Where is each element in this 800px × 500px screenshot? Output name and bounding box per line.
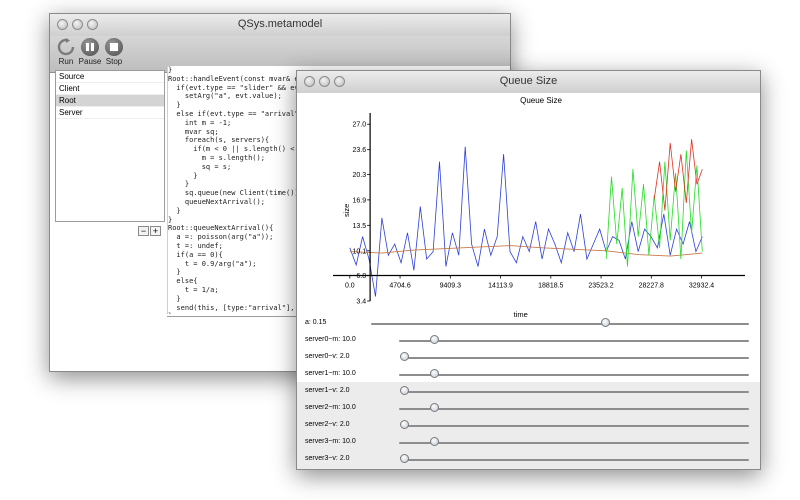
- y-tick-label: 27.0: [352, 122, 366, 129]
- stop-label: Stop: [105, 57, 123, 66]
- slider-label: server0~v: 2.0: [305, 353, 350, 360]
- slider-label: server0~m: 10.0: [305, 336, 356, 343]
- slider-label: a: 0.15: [305, 319, 327, 326]
- queue-size-window: Queue Size Queue Size 0.0 4704.6 9409.3 1411…: [296, 70, 761, 470]
- pause-label: Pause: [78, 57, 102, 66]
- queue-size-chart: Queue Size 0.0 4704.6 9409.3 14113.9 18818.5 2…: [333, 96, 745, 319]
- slider-row: server1~v: 2.0: [297, 384, 760, 400]
- chart-title: Queue Size: [520, 96, 562, 105]
- slider-knob[interactable]: [601, 318, 611, 327]
- component-list: Source Client Root Server: [55, 70, 165, 222]
- list-item-source[interactable]: Source: [56, 71, 164, 83]
- pause-icon: [81, 38, 99, 56]
- y-tick-label: 23.6: [352, 147, 366, 154]
- slider-knob[interactable]: [430, 369, 439, 378]
- stop-button[interactable]: Stop: [102, 38, 126, 66]
- x-tick-label: 0.0: [345, 283, 355, 290]
- slider-row: server0~v: 2.0: [297, 350, 760, 366]
- series-line: [653, 139, 703, 211]
- slider-row: server3~v: 2.0: [297, 452, 760, 468]
- x-tick-label: 28227.8: [639, 283, 664, 290]
- x-tick-label: 32932.4: [689, 283, 714, 290]
- slider-label: server1~v: 2.0: [305, 387, 350, 394]
- slider-label: server3~v: 2.0: [305, 455, 350, 462]
- run-icon: [57, 38, 75, 56]
- slider-knob[interactable]: [430, 335, 439, 344]
- remove-item-button[interactable]: −: [138, 226, 149, 236]
- pause-button[interactable]: Pause: [78, 38, 102, 66]
- slider-row: server0~m: 10.0: [297, 333, 760, 349]
- y-tick-label: 3.4: [356, 299, 366, 306]
- list-item-client[interactable]: Client: [56, 83, 164, 95]
- slider-row: a: 0.15: [297, 316, 760, 332]
- list-item-root[interactable]: Root: [56, 95, 164, 107]
- slider-label: server2~v: 2.0: [305, 421, 350, 428]
- y-tick-label: 20.3: [352, 172, 366, 179]
- slider-track[interactable]: [399, 374, 749, 376]
- series-line: [349, 146, 703, 297]
- x-tick-label: 9409.3: [440, 283, 462, 290]
- slider-track[interactable]: [399, 408, 749, 410]
- stop-icon: [105, 38, 123, 56]
- slider-knob[interactable]: [400, 420, 410, 429]
- list-item-server[interactable]: Server: [56, 107, 164, 119]
- slider-knob[interactable]: [400, 352, 410, 361]
- slider-row: server1~m: 10.0: [297, 367, 760, 383]
- y-tick-label: 6.8: [356, 273, 366, 280]
- slider-row: server3~m: 10.0: [297, 435, 760, 451]
- run-button[interactable]: Run: [54, 38, 78, 66]
- slider-label: server3~m: 10.0: [305, 438, 356, 445]
- slider-knob[interactable]: [400, 454, 410, 463]
- y-tick-label: 13.5: [352, 223, 366, 230]
- slider-track[interactable]: [371, 323, 749, 325]
- slider-track[interactable]: [401, 459, 749, 461]
- slider-knob[interactable]: [430, 437, 439, 446]
- run-label: Run: [58, 57, 74, 66]
- slider-knob[interactable]: [400, 386, 410, 395]
- slider-track[interactable]: [401, 357, 749, 359]
- y-tick-label: 16.9: [352, 197, 366, 204]
- main-title-bar[interactable]: QSys.metamodel: [50, 14, 510, 37]
- queue-window-title: Queue Size: [499, 75, 558, 87]
- slider-row: server2~v: 2.0: [297, 418, 760, 434]
- x-tick-label: 14113.9: [488, 283, 513, 290]
- x-tick-label: 23523.2: [588, 283, 613, 290]
- slider-track[interactable]: [399, 340, 749, 342]
- y-axis-label: size: [342, 204, 351, 217]
- slider-row: server2~m: 10.0: [297, 401, 760, 417]
- slider-track[interactable]: [401, 425, 749, 427]
- x-tick-label: 18818.5: [538, 283, 563, 290]
- slider-track[interactable]: [401, 391, 749, 393]
- add-item-button[interactable]: +: [150, 226, 161, 236]
- y-tick-label: 10.1: [352, 248, 366, 255]
- series-line: [605, 150, 703, 267]
- slider-knob[interactable]: [430, 403, 439, 412]
- main-window-title: QSys.metamodel: [237, 18, 323, 30]
- slider-track[interactable]: [399, 442, 749, 444]
- queue-title-bar[interactable]: Queue Size: [297, 71, 760, 94]
- slider-label: server2~m: 10.0: [305, 404, 356, 411]
- x-tick-label: 4704.6: [389, 283, 411, 290]
- slider-label: server1~m: 10.0: [305, 370, 356, 377]
